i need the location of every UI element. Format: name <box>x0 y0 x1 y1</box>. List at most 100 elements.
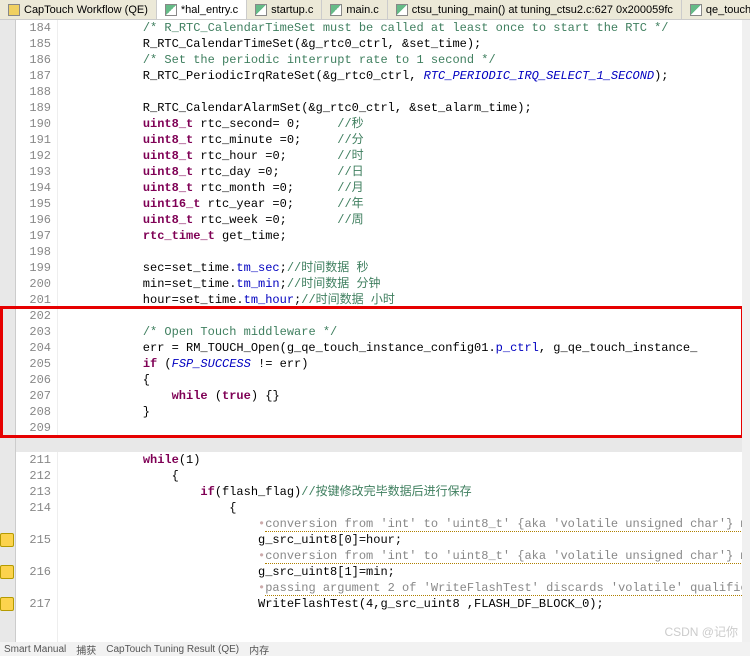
code-token: //日 <box>337 165 363 179</box>
code-token: //分 <box>337 133 363 147</box>
code-token: //按键修改完毕数据后进行保存 <box>301 485 471 499</box>
code-line[interactable] <box>114 420 742 436</box>
line-number: 193 <box>16 164 51 180</box>
code-line[interactable]: rtc_time_t get_time; <box>114 228 742 244</box>
c-file-icon <box>396 4 408 16</box>
tab-startup-c[interactable]: startup.c <box>247 0 322 19</box>
code-token: //月 <box>337 181 363 195</box>
code-line[interactable]: /* Set the periodic interrupt rate to 1 … <box>114 52 742 68</box>
tab-ctsu-tuning-main-at-tuning-ctsu2-c-627-0x200059fc[interactable]: ctsu_tuning_main() at tuning_ctsu2.c:627… <box>388 0 682 19</box>
code-token: ); <box>654 69 668 83</box>
code-line[interactable]: uint8_t rtc_second= 0; //秒 <box>114 116 742 132</box>
bottom-tab[interactable]: CapTouch Tuning Result (QE) <box>106 644 239 655</box>
tab-main-c[interactable]: main.c <box>322 0 387 19</box>
code-line[interactable]: /* R_RTC_CalendarTimeSet must be called … <box>114 20 742 36</box>
code-token <box>114 165 143 179</box>
code-token: tm_min <box>236 277 279 291</box>
code-line[interactable]: { <box>114 372 742 388</box>
code-token: //时间数据 秒 <box>287 261 369 275</box>
code-token: conversion from 'int' to 'uint8_t' {aka … <box>265 517 750 532</box>
code-token: R_RTC_PeriodicIrqRateSet(&g_rtc0_ctrl, <box>114 69 424 83</box>
line-number: 186 <box>16 52 51 68</box>
code-token: uint8_t <box>143 133 193 147</box>
tab-captouch-workflow-qe-[interactable]: CapTouch Workflow (QE) <box>0 0 157 19</box>
code-line[interactable]: uint8_t rtc_week =0; //周 <box>114 212 742 228</box>
code-token <box>114 517 258 531</box>
code-line[interactable]: •passing argument 2 of 'WriteFlashTest' … <box>114 580 742 596</box>
tab-qe-touch-sample-c[interactable]: qe_touch_sample.c <box>682 0 750 19</box>
code-area[interactable]: /* R_RTC_CalendarTimeSet must be called … <box>114 20 742 642</box>
code-line[interactable]: R_RTC_CalendarTimeSet(&g_rtc0_ctrl, &set… <box>114 36 742 52</box>
code-line[interactable]: { <box>114 500 742 516</box>
code-line[interactable]: while (true) {} <box>114 388 742 404</box>
code-token: g_src_uint8[1]=min; <box>114 565 395 579</box>
code-line[interactable]: uint8_t rtc_day =0; //日 <box>114 164 742 180</box>
line-number: 216 <box>16 564 51 580</box>
code-line[interactable]: uint8_t rtc_minute =0; //分 <box>114 132 742 148</box>
bottom-tab[interactable]: 内存 <box>249 642 269 657</box>
code-line[interactable] <box>114 84 742 100</box>
code-line[interactable]: uint16_t rtc_year =0; //年 <box>114 196 742 212</box>
code-line[interactable]: if (FSP_SUCCESS != err) <box>114 356 742 372</box>
code-token: if <box>200 485 214 499</box>
code-token: //秒 <box>337 117 363 131</box>
code-token: while <box>143 453 179 467</box>
code-line[interactable]: g_src_uint8[0]=hour; <box>114 532 742 548</box>
code-token: uint8_t <box>143 165 193 179</box>
code-line[interactable]: uint8_t rtc_hour =0; //时 <box>114 148 742 164</box>
line-number: 197 <box>16 228 51 244</box>
warning-marker-icon[interactable] <box>0 597 14 611</box>
code-line[interactable]: { <box>114 468 742 484</box>
code-line[interactable]: •conversion from 'int' to 'uint8_t' {aka… <box>114 516 742 532</box>
code-line[interactable]: min=set_time.tm_min;//时间数据 分钟 <box>114 276 742 292</box>
code-line[interactable] <box>114 244 742 260</box>
bottom-tab[interactable]: Smart Manual <box>4 644 66 655</box>
tab-label: startup.c <box>271 4 313 16</box>
code-line[interactable] <box>114 308 742 324</box>
bottom-view-tabs: Smart Manual 捕获 CapTouch Tuning Result (QE… <box>0 642 750 656</box>
watermark-text: CSDN @记你 <box>664 623 738 640</box>
line-number: 199 <box>16 260 51 276</box>
code-token <box>114 181 143 195</box>
code-token: (flash_flag) <box>215 485 301 499</box>
warning-marker-icon[interactable] <box>0 533 14 547</box>
code-token <box>114 389 172 403</box>
code-token: hour=set_time. <box>114 293 244 307</box>
folding-ruler <box>58 20 114 642</box>
c-file-icon <box>165 4 177 16</box>
code-line[interactable]: uint8_t rtc_month =0; //月 <box>114 180 742 196</box>
code-line[interactable]: •conversion from 'int' to 'uint8_t' {aka… <box>114 548 742 564</box>
code-line[interactable]: while(1) <box>114 452 742 468</box>
c-file-icon <box>690 4 702 16</box>
code-line[interactable]: err = RM_TOUCH_Open(g_qe_touch_instance_… <box>114 340 742 356</box>
line-number: 188 <box>16 84 51 100</box>
code-token <box>114 453 143 467</box>
tab-label: *hal_entry.c <box>181 4 238 16</box>
code-token <box>114 117 143 131</box>
code-line[interactable]: g_src_uint8[1]=min; <box>114 564 742 580</box>
bottom-tab[interactable]: 捕获 <box>76 642 96 657</box>
warning-marker-icon[interactable] <box>0 565 14 579</box>
line-number: 213 <box>16 484 51 500</box>
code-line[interactable]: R_RTC_CalendarAlarmSet(&g_rtc0_ctrl, &se… <box>114 100 742 116</box>
code-line[interactable]: WriteFlashTest(4,g_src_uint8 ,FLASH_DF_B… <box>114 596 742 612</box>
code-token: } <box>114 405 150 419</box>
code-line[interactable]: R_RTC_PeriodicIrqRateSet(&g_rtc0_ctrl, R… <box>114 68 742 84</box>
code-token: uint8_t <box>143 149 193 163</box>
code-token: rtc_day =0; <box>193 165 337 179</box>
code-line[interactable]: } <box>114 404 742 420</box>
code-token: if <box>143 357 157 371</box>
code-token: R_RTC_CalendarAlarmSet(&g_rtc0_ctrl, &se… <box>114 101 532 115</box>
code-token: //周 <box>337 213 363 227</box>
code-line[interactable]: hour=set_time.tm_hour;//时间数据 小时 <box>114 292 742 308</box>
line-number: 185 <box>16 36 51 52</box>
code-line[interactable]: if(flash_flag)//按键修改完毕数据后进行保存 <box>114 484 742 500</box>
code-editor[interactable]: 1841851861871881891901911921931941951961… <box>0 20 750 642</box>
code-token <box>114 325 143 339</box>
line-number: 208 <box>16 404 51 420</box>
tab--hal-entry-c[interactable]: *hal_entry.c <box>157 0 247 19</box>
code-line[interactable] <box>114 436 742 452</box>
vertical-scrollbar[interactable] <box>742 20 750 642</box>
code-line[interactable]: /* Open Touch middleware */ <box>114 324 742 340</box>
code-line[interactable]: sec=set_time.tm_sec;//时间数据 秒 <box>114 260 742 276</box>
